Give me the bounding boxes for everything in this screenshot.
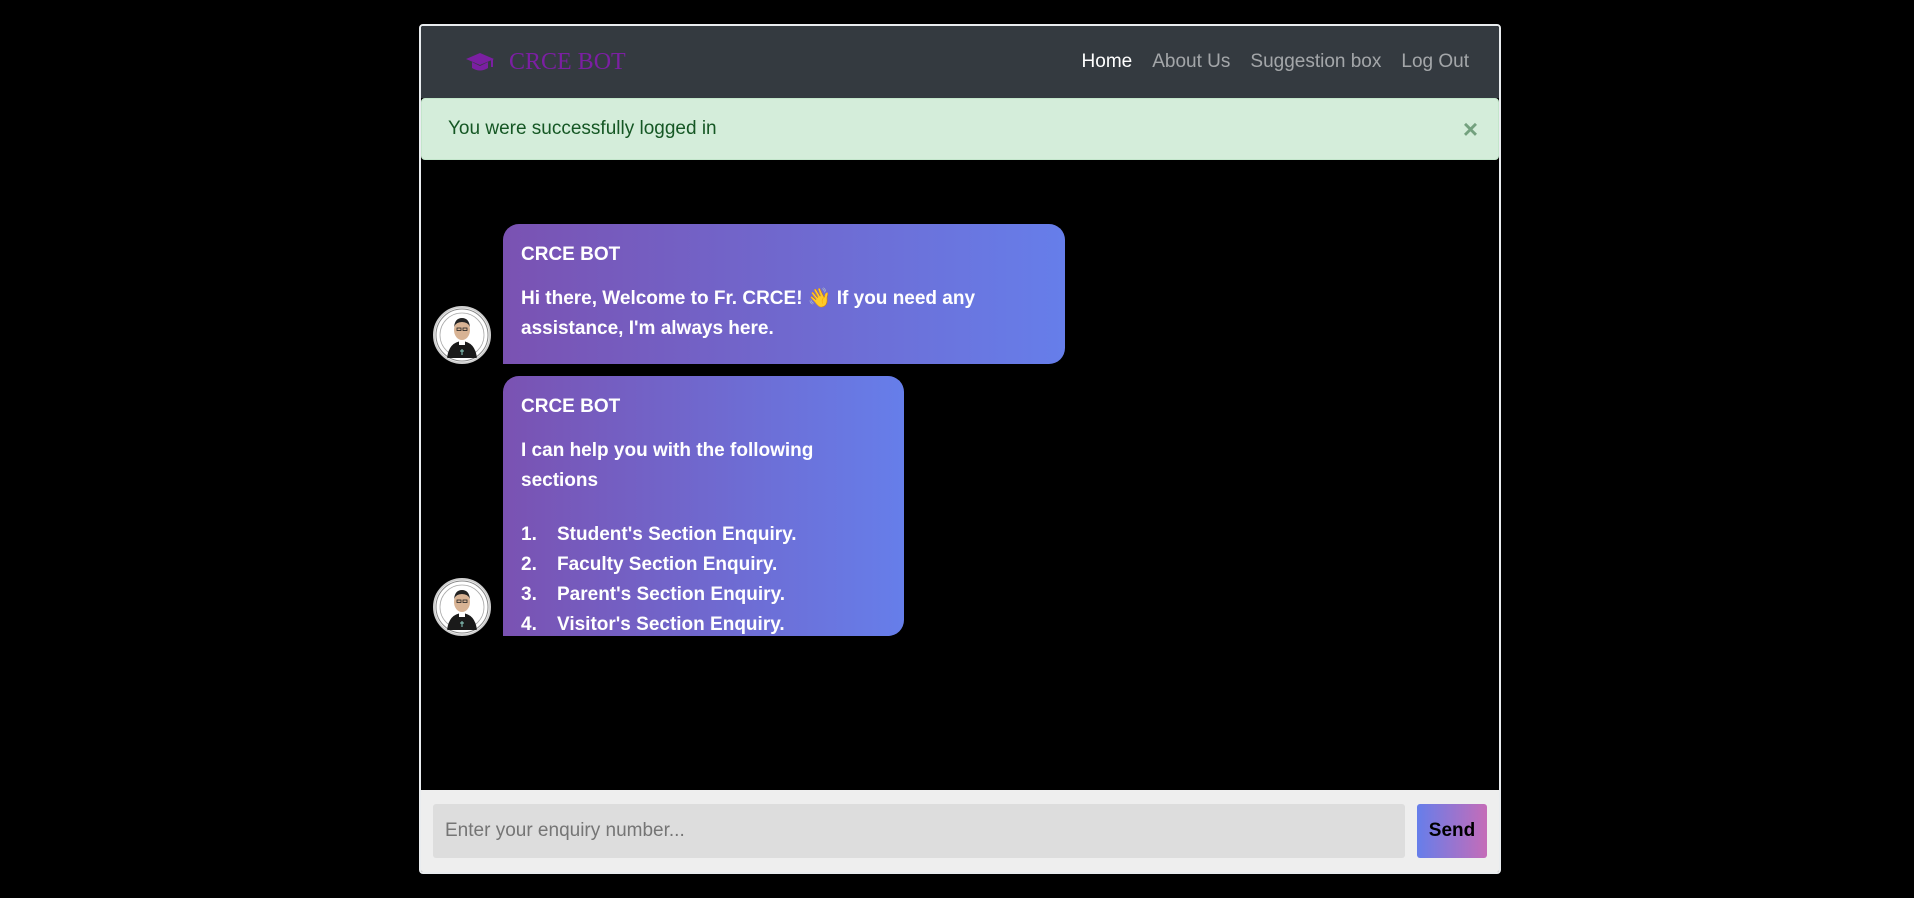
nav-home[interactable]: Home xyxy=(1082,51,1133,73)
chat-messages: CRCE BOT Hi there, Welcome to Fr. CRCE! … xyxy=(421,160,1499,816)
sender-name: CRCE BOT xyxy=(521,244,621,265)
message-text: I can help you with the following sectio… xyxy=(521,440,814,491)
list-number: 3. xyxy=(521,584,537,605)
message-composer: Send xyxy=(421,790,1499,872)
send-button[interactable]: Send xyxy=(1417,804,1487,858)
chat-window: CRCE BOT Home About Us Suggestion box Lo… xyxy=(419,24,1501,874)
bot-avatar xyxy=(433,306,491,364)
nav-log-out[interactable]: Log Out xyxy=(1401,51,1469,73)
list-item: 3. Parent's Section Enquiry. xyxy=(521,580,886,610)
graduation-cap-icon xyxy=(465,51,495,73)
nav-about-us[interactable]: About Us xyxy=(1152,51,1230,73)
section-list: 1. Student's Section Enquiry. 2. Faculty S… xyxy=(521,520,886,640)
alert-message: You were successfully logged in xyxy=(448,118,717,139)
navbar: CRCE BOT Home About Us Suggestion box Lo… xyxy=(421,26,1499,98)
nav-suggestion-box[interactable]: Suggestion box xyxy=(1250,51,1381,73)
list-number: 2. xyxy=(521,554,537,575)
list-label: Visitor's Section Enquiry. xyxy=(557,614,785,635)
message-row: CRCE BOT Hi there, Welcome to Fr. CRCE! … xyxy=(433,224,1065,364)
list-label: Parent's Section Enquiry. xyxy=(557,584,785,605)
brand-link[interactable]: CRCE BOT xyxy=(465,49,626,76)
bot-avatar xyxy=(433,578,491,636)
list-number: 4. xyxy=(521,614,537,635)
list-item: 4. Visitor's Section Enquiry. xyxy=(521,610,886,640)
list-item: 2. Faculty Section Enquiry. xyxy=(521,550,886,580)
list-item: 1. Student's Section Enquiry. xyxy=(521,520,886,550)
message-text: Hi there, Welcome to Fr. CRCE! 👋 If you … xyxy=(521,288,976,339)
list-number: 1. xyxy=(521,524,537,545)
bot-message-bubble: CRCE BOT Hi there, Welcome to Fr. CRCE! … xyxy=(503,224,1065,364)
sender-name: CRCE BOT xyxy=(521,396,621,417)
list-label: Faculty Section Enquiry. xyxy=(557,554,778,575)
bot-message-bubble: CRCE BOT I can help you with the followi… xyxy=(503,376,904,636)
nav-links: Home About Us Suggestion box Log Out xyxy=(1082,51,1469,73)
list-label: Student's Section Enquiry. xyxy=(557,524,797,545)
brand-name: CRCE BOT xyxy=(509,48,626,75)
message-row: CRCE BOT I can help you with the followi… xyxy=(433,376,904,636)
close-icon[interactable]: × xyxy=(1463,116,1478,142)
success-alert: You were successfully logged in × xyxy=(421,98,1499,160)
enquiry-input[interactable] xyxy=(433,804,1405,858)
